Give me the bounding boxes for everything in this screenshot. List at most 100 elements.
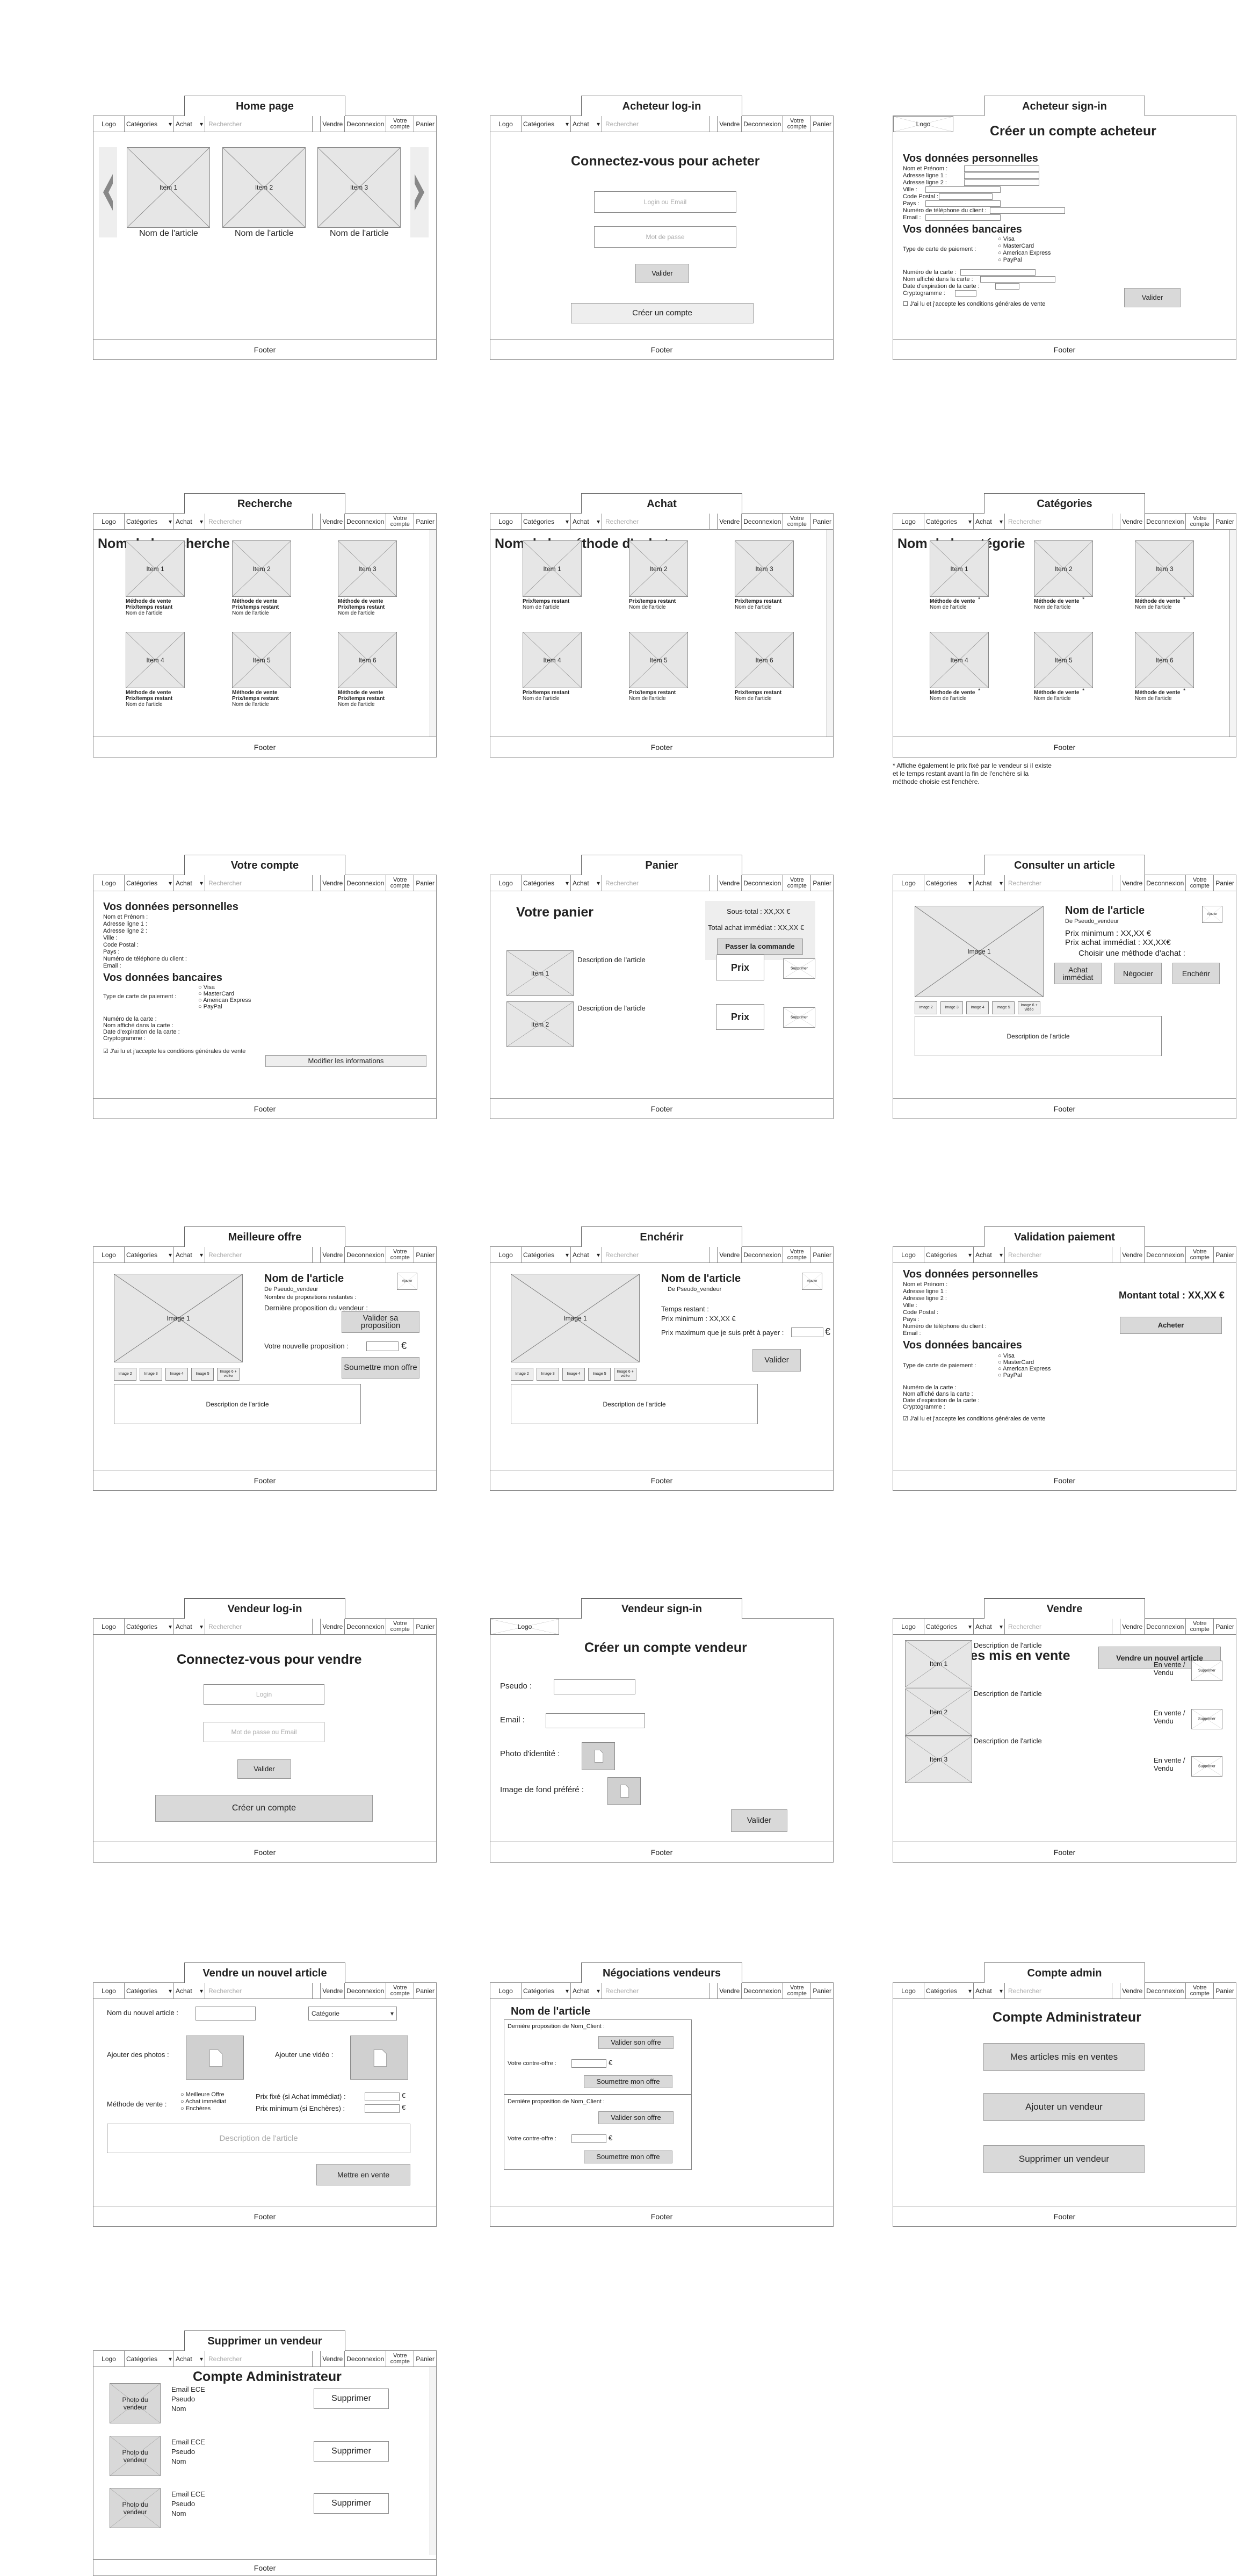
deconnexion-link[interactable]: Deconnexion xyxy=(1144,1247,1185,1262)
vendre-link[interactable]: Vendre xyxy=(1120,1619,1144,1634)
thumbnail[interactable]: Image 4 xyxy=(165,1368,188,1381)
compte-link[interactable]: Votre compte xyxy=(386,116,414,132)
item-image[interactable]: Item 2 xyxy=(1034,540,1093,597)
categories-dropdown[interactable]: Catégories ▾ xyxy=(125,1983,174,1998)
achat-dropdown[interactable]: Achat ▾ xyxy=(174,875,205,891)
text-input[interactable] xyxy=(964,165,1039,172)
categories-dropdown[interactable]: Catégories ▾ xyxy=(924,1983,974,1998)
contre-offre-input[interactable] xyxy=(571,2134,606,2143)
thumbnail[interactable]: Image 5 xyxy=(588,1368,611,1381)
compte-link[interactable]: Votre compte xyxy=(1185,1247,1213,1262)
vendre-link[interactable]: Vendre xyxy=(717,875,741,891)
search-input[interactable]: Rechercher xyxy=(205,1983,313,1998)
valider-button[interactable]: Valider xyxy=(752,1349,801,1372)
categories-dropdown[interactable]: Catégories ▾ xyxy=(125,1247,174,1262)
vendre-link[interactable]: Vendre xyxy=(1120,1983,1144,1998)
radio-option[interactable]: ○ MasterCard xyxy=(998,243,1034,249)
thumbnail[interactable]: Image 3 xyxy=(940,1001,963,1014)
thumbnail[interactable]: Image 5 xyxy=(191,1368,214,1381)
add-to-cart-icon[interactable]: Ajouter xyxy=(802,1273,822,1290)
categories-dropdown[interactable]: Catégories ▾ xyxy=(522,1247,571,1262)
search-input[interactable]: Rechercher xyxy=(1005,1247,1112,1262)
main-image[interactable]: Image 1 xyxy=(114,1274,243,1362)
radio-option[interactable]: ○ MasterCard xyxy=(198,991,234,997)
contre-offre-input[interactable] xyxy=(571,2059,606,2068)
categorie-select[interactable]: Catégorie ▾ xyxy=(308,2007,397,2021)
file-upload-icon[interactable] xyxy=(186,2036,244,2080)
achat-dropdown[interactable]: Achat ▾ xyxy=(571,116,602,132)
panier-link[interactable]: Panier xyxy=(1213,1619,1236,1634)
compte-link[interactable]: Votre compte xyxy=(783,1247,810,1262)
vendeur-photo[interactable]: Photo du vendeur xyxy=(110,2488,161,2528)
categories-dropdown[interactable]: Catégories ▾ xyxy=(125,2351,174,2366)
vendre-link[interactable]: Vendre xyxy=(717,1983,741,1998)
item-image[interactable]: Item 2 xyxy=(506,1001,574,1047)
compte-link[interactable]: Votre compte xyxy=(386,2351,414,2366)
panier-link[interactable]: Panier xyxy=(810,875,833,891)
text-input[interactable] xyxy=(990,207,1065,214)
panier-link[interactable]: Panier xyxy=(414,116,436,132)
vendeur-photo[interactable]: Photo du vendeur xyxy=(110,2383,161,2423)
creer-compte-button[interactable]: Créer un compte xyxy=(155,1795,373,1822)
panier-link[interactable]: Panier xyxy=(414,2351,436,2366)
logo[interactable]: Logo xyxy=(93,2351,125,2366)
deconnexion-link[interactable]: Deconnexion xyxy=(741,116,783,132)
vendre-link[interactable]: Vendre xyxy=(717,514,741,529)
text-input[interactable] xyxy=(925,186,1001,193)
thumbnail[interactable]: Image 2 xyxy=(915,1001,937,1014)
thumbnail[interactable]: Image 5 xyxy=(992,1001,1015,1014)
thumbnail[interactable]: Image 2 xyxy=(114,1368,136,1381)
password-input[interactable]: Mot de passe xyxy=(594,226,736,248)
cgv-checkbox[interactable]: ☑ J'ai lu et j'accepte les conditions gé… xyxy=(103,1048,245,1055)
main-image[interactable]: Image 1 xyxy=(915,906,1044,997)
panier-link[interactable]: Panier xyxy=(414,1983,436,1998)
soumettre-offre-button[interactable]: Soumettre mon offre xyxy=(342,1357,419,1379)
logo[interactable]: Logo xyxy=(893,1619,924,1634)
text-input[interactable] xyxy=(925,214,1001,221)
categories-dropdown[interactable]: Catégories ▾ xyxy=(924,514,974,529)
file-upload-icon[interactable] xyxy=(607,1777,641,1805)
radio-option[interactable]: ○ Visa xyxy=(198,984,215,991)
panier-link[interactable]: Panier xyxy=(810,1983,833,1998)
deconnexion-link[interactable]: Deconnexion xyxy=(344,116,386,132)
panier-link[interactable]: Panier xyxy=(1213,875,1236,891)
logo[interactable]: Logo xyxy=(93,1247,125,1262)
logo[interactable]: Logo xyxy=(893,1247,924,1262)
item-image[interactable]: Item 4 xyxy=(126,632,185,688)
search-input[interactable]: Rechercher xyxy=(1005,875,1112,891)
thumbnail[interactable]: Image 6 + vidéo xyxy=(217,1368,240,1381)
text-input[interactable] xyxy=(995,283,1019,290)
valider-button[interactable]: Valider xyxy=(237,1759,291,1779)
search-input[interactable]: Rechercher xyxy=(205,1247,313,1262)
search-input[interactable]: Rechercher xyxy=(205,514,313,529)
logo[interactable]: Logo xyxy=(93,1619,125,1634)
add-to-cart-icon[interactable]: Ajouter xyxy=(397,1273,417,1290)
logo[interactable]: Logo xyxy=(893,875,924,891)
logo[interactable]: Logo xyxy=(93,116,125,132)
logo[interactable]: Logo xyxy=(93,514,125,529)
logo[interactable]: Logo xyxy=(93,875,125,891)
item-image[interactable]: Item 6 xyxy=(735,632,794,688)
vendre-link[interactable]: Vendre xyxy=(1120,514,1144,529)
supprimer-button[interactable]: Supprimer xyxy=(314,2493,389,2514)
soumettre-offre-button[interactable]: Soumettre mon offre xyxy=(584,2151,672,2163)
deconnexion-link[interactable]: Deconnexion xyxy=(741,1247,783,1262)
compte-link[interactable]: Votre compte xyxy=(783,875,810,891)
panier-link[interactable]: Panier xyxy=(810,514,833,529)
search-input[interactable]: Rechercher xyxy=(602,1983,710,1998)
negocier-button[interactable]: Négocier xyxy=(1114,963,1162,984)
description-input[interactable]: Description de l'article xyxy=(107,2124,410,2153)
ajouter-vendeur-button[interactable]: Ajouter un vendeur xyxy=(983,2093,1145,2121)
deconnexion-link[interactable]: Deconnexion xyxy=(1144,1619,1185,1634)
logo[interactable]: Logo xyxy=(490,1619,559,1635)
item-image[interactable]: Item 5 xyxy=(629,632,688,688)
compte-link[interactable]: Votre compte xyxy=(386,875,414,891)
vendre-link[interactable]: Vendre xyxy=(320,1619,344,1634)
radio-option[interactable]: ○ American Express xyxy=(998,1366,1051,1372)
prix-max-input[interactable] xyxy=(791,1327,823,1337)
compte-link[interactable]: Votre compte xyxy=(386,1619,414,1634)
vendre-link[interactable]: Vendre xyxy=(1120,1247,1144,1262)
search-input[interactable]: Rechercher xyxy=(205,875,313,891)
logo[interactable]: Logo xyxy=(490,875,522,891)
compte-link[interactable]: Votre compte xyxy=(783,116,810,132)
